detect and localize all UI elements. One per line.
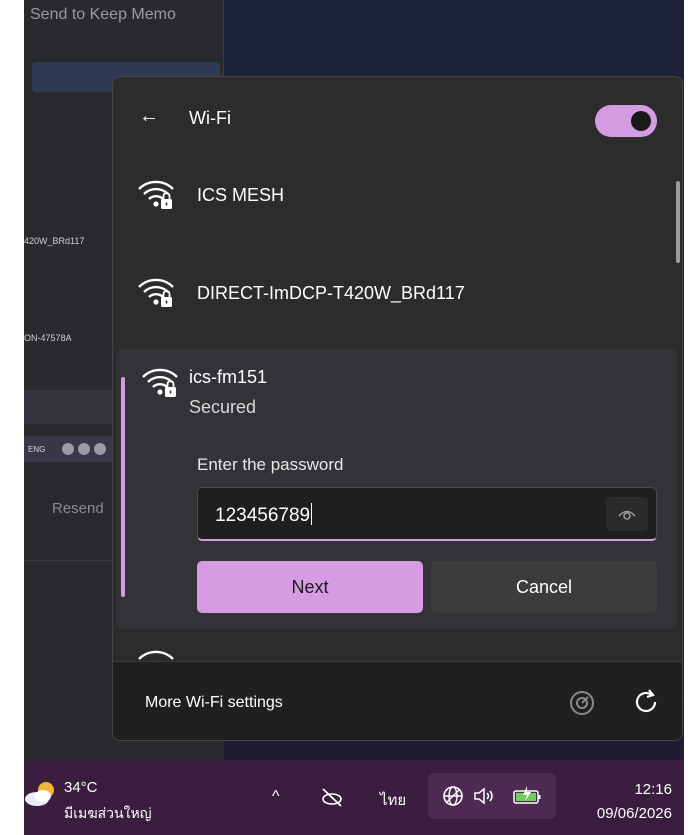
background-list-item[interactable]: ON-47578A — [24, 333, 72, 343]
weather-description[interactable]: มีเมฆส่วนใหญ่ — [64, 803, 152, 825]
reveal-password-button[interactable] — [606, 497, 648, 531]
network-name: DIRECT-ImDCP-T420W_BRd117 — [197, 283, 465, 303]
volume-icon — [474, 787, 493, 805]
screen-left-border — [0, 0, 24, 835]
clock-date[interactable]: 09/06/2026 — [597, 805, 672, 822]
taskbar: 34°C มีเมฆส่วนใหญ่ ^ ไทย 12:16 09/06/202… — [24, 760, 684, 835]
more-wifi-settings-link[interactable]: More Wi-Fi settings — [145, 694, 283, 712]
network-list-scrollbar[interactable] — [676, 181, 680, 263]
network-item-ics-fm151-expanded: ics-fm151 Secured Enter the password 123… — [117, 349, 677, 629]
chevron-up-icon[interactable]: ^ — [272, 788, 280, 806]
password-label: Enter the password — [197, 455, 344, 474]
wifi-flyout-title: Wi-Fi — [189, 108, 231, 128]
next-button[interactable]: Next — [197, 561, 423, 613]
screen-right-border — [684, 0, 692, 835]
cloud-offline-icon[interactable] — [320, 786, 344, 808]
background-list-item[interactable]: 420W_BRd117 — [24, 236, 84, 246]
wifi-secured-icon — [138, 180, 174, 209]
wifi-toggle-knob — [631, 111, 651, 131]
menu-icon[interactable] — [94, 443, 106, 455]
password-input[interactable]: 123456789 — [197, 487, 657, 541]
language-indicator[interactable]: ไทย — [380, 788, 406, 812]
wifi-toggle[interactable] — [595, 105, 657, 137]
clock-time[interactable]: 12:16 — [634, 781, 672, 798]
refresh-icon[interactable] — [631, 687, 661, 717]
background-toolbar-label: ENG — [28, 445, 46, 454]
battery-charging-icon — [513, 786, 541, 804]
text-caret — [311, 503, 313, 525]
selection-indicator — [121, 377, 125, 597]
network-item-ics-mesh[interactable]: ICS MESH — [113, 161, 682, 231]
partly-cloudy-icon[interactable] — [24, 779, 58, 809]
password-value: 123456789 — [215, 503, 313, 526]
network-name: ics-fm151 — [189, 367, 268, 387]
quick-settings-tray[interactable] — [428, 773, 556, 819]
network-item-direct-imdcp[interactable]: DIRECT-ImDCP-T420W_BRd117 — [113, 259, 682, 329]
eye-icon — [618, 510, 636, 520]
background-app-title: Send to Keep Memo — [30, 6, 176, 23]
weather-temperature[interactable]: 34°C — [64, 779, 98, 796]
wifi-flyout-header: ← Wi-Fi — [113, 77, 682, 157]
wifi-secured-icon — [142, 368, 178, 397]
search-icon[interactable] — [62, 443, 74, 455]
globe-icon — [443, 786, 463, 806]
wifi-secured-icon — [138, 278, 174, 307]
back-arrow-icon[interactable]: ← — [139, 105, 159, 127]
resend-button[interactable]: Resend — [52, 500, 104, 517]
network-speed-icon[interactable] — [568, 689, 596, 717]
settings-icon[interactable] — [78, 443, 90, 455]
network-name: ICS MESH — [197, 185, 285, 205]
wifi-flyout: ← Wi-Fi ICS MESH DIRECT-ImDCP-T420W_BRd1… — [112, 76, 683, 741]
network-security-status: Secured — [189, 397, 257, 417]
wifi-flyout-footer: More Wi-Fi settings — [113, 661, 682, 740]
cancel-button[interactable]: Cancel — [431, 561, 657, 613]
